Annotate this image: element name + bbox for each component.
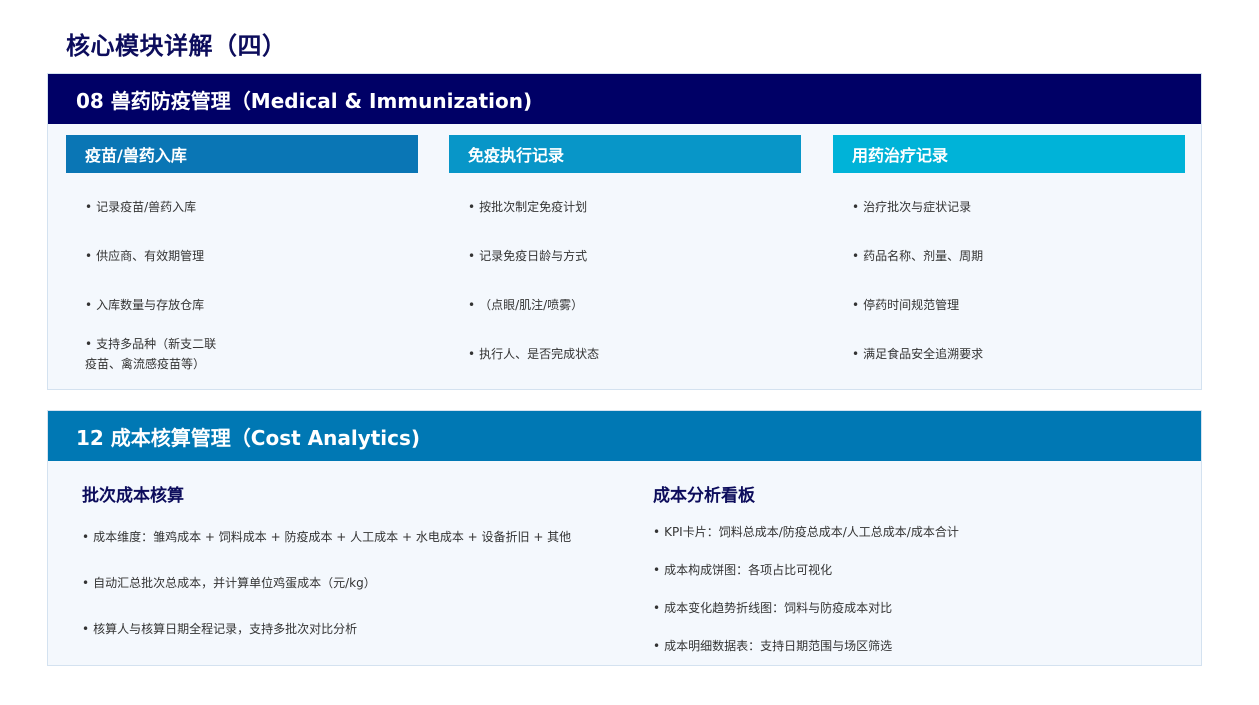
list-item: • 药品名称、剂量、周期 — [852, 249, 984, 263]
immunization-record-title: 免疫执行记录 — [449, 135, 801, 173]
list-item: • KPI卡片：饲料总成本/防疫总成本/人工总成本/成本合计 — [653, 525, 959, 539]
list-item: • 按批次制定免疫计划 — [468, 200, 588, 214]
list-item: • 记录免疫日龄与方式 — [468, 249, 588, 263]
vaccine-stock-card: 疫苗/兽药入库 • 记录疫苗/兽药入库 • 供应商、有效期管理 • 入库数量与存放仓库… — [66, 135, 418, 371]
cost-section: 12 成本核算管理（Cost Analytics) 批次成本核算 • 成本维度：雏… — [47, 410, 1202, 666]
list-item: • 成本明细数据表：支持日期范围与场区筛选 — [653, 639, 893, 653]
list-item: • 核算人与核算日期全程记录，支持多批次对比分析 — [82, 622, 358, 636]
list-item: • 自动汇总批次总成本，并计算单位鸡蛋成本（元/kg） — [82, 576, 376, 590]
cost-dashboard-title: 成本分析看板 — [653, 486, 755, 506]
medical-section-header: 08 兽药防疫管理（Medical & Immunization) — [48, 74, 1201, 124]
vaccine-stock-title: 疫苗/兽药入库 — [66, 135, 418, 173]
list-item: • 满足食品安全追溯要求 — [852, 347, 984, 361]
list-item: • 成本构成饼图：各项占比可视化 — [653, 563, 833, 577]
list-item: • （点眼/肌注/喷雾） — [468, 298, 584, 312]
list-item: • 执行人、是否完成状态 — [468, 347, 600, 361]
list-item: • 成本维度：雏鸡成本 + 饲料成本 + 防疫成本 + 人工成本 + 水电成本 +… — [82, 530, 572, 544]
list-item: • 治疗批次与症状记录 — [852, 200, 972, 214]
list-item: • 记录疫苗/兽药入库 — [85, 200, 197, 214]
cost-section-header: 12 成本核算管理（Cost Analytics) — [48, 411, 1201, 461]
page-title: 核心模块详解（四） — [66, 32, 287, 60]
treatment-record-card: 用药治疗记录 • 治疗批次与症状记录 • 药品名称、剂量、周期 • 停药时间规范管理 … — [833, 135, 1185, 361]
list-item: • 供应商、有效期管理 — [85, 249, 205, 263]
list-item: • 成本变化趋势折线图：饲料与防疫成本对比 — [653, 601, 893, 615]
batch-cost-title: 批次成本核算 — [82, 486, 184, 506]
medical-section: 08 兽药防疫管理（Medical & Immunization) 疫苗/兽药入… — [47, 73, 1202, 390]
immunization-record-card: 免疫执行记录 • 按批次制定免疫计划 • 记录免疫日龄与方式 • （点眼/肌注/喷雾）… — [449, 135, 801, 361]
list-item: • 停药时间规范管理 — [852, 298, 960, 312]
list-item: • 入库数量与存放仓库 — [85, 298, 205, 312]
list-item: • 支持多品种（新支二联疫苗、禽流感疫苗等） — [85, 337, 217, 371]
treatment-record-title: 用药治疗记录 — [833, 135, 1185, 173]
